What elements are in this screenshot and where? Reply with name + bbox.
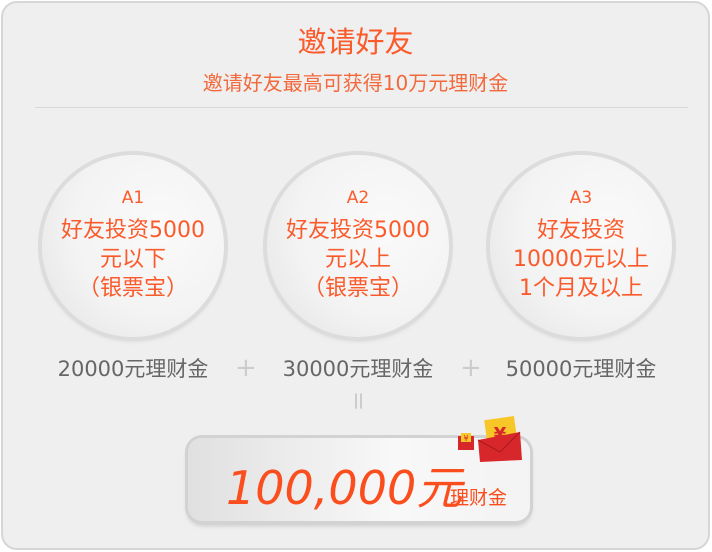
tier-line: 元以下 bbox=[99, 247, 166, 272]
tier-line: 好友投资5000 bbox=[61, 218, 205, 243]
invite-panel: 邀请好友 邀请好友最高可获得10万元理财金 A1 好友投资5000 元以下 （银… bbox=[1, 1, 710, 550]
plus-sign: + bbox=[460, 353, 482, 383]
tier-a2-circle: A2 好友投资5000 元以上 （银票宝） bbox=[267, 155, 449, 337]
tier-code: A1 bbox=[121, 188, 145, 208]
tier-line: 10000元以上 bbox=[513, 247, 649, 272]
total-unit: 理财金 bbox=[450, 487, 508, 509]
tier-a1-reward: 20000元理财金 bbox=[57, 357, 209, 381]
tier-description: 好友投资 10000元以上 1个月及以上 bbox=[490, 216, 672, 303]
red-envelope-icon: ¥ ¥ bbox=[458, 416, 522, 462]
plus-sign: + bbox=[235, 353, 257, 383]
tier-a3-circle: A3 好友投资 10000元以上 1个月及以上 bbox=[490, 155, 672, 337]
page-subtitle: 邀请好友最高可获得10万元理财金 bbox=[202, 71, 509, 95]
tier-line: （银票宝） bbox=[302, 276, 413, 301]
tier-code: A2 bbox=[346, 188, 370, 208]
tier-a3-reward: 50000元理财金 bbox=[505, 357, 657, 381]
divider bbox=[35, 107, 688, 108]
tier-line: 1个月及以上 bbox=[519, 276, 643, 301]
tier-line: 元以上 bbox=[324, 247, 391, 272]
total-amount: 100,000元 bbox=[226, 461, 463, 515]
tier-line: 好友投资5000 bbox=[286, 218, 430, 243]
tier-line: （银票宝） bbox=[77, 276, 188, 301]
tier-a2-reward: 30000元理财金 bbox=[282, 357, 434, 381]
tier-line: 好友投资 bbox=[536, 218, 625, 243]
tier-description: 好友投资5000 元以上 （银票宝） bbox=[267, 216, 449, 303]
equals-sign: = bbox=[345, 390, 374, 412]
page-title: 邀请好友 bbox=[297, 25, 414, 59]
svg-text:¥: ¥ bbox=[463, 434, 468, 443]
tier-code: A3 bbox=[569, 188, 593, 208]
tier-a1-circle: A1 好友投资5000 元以下 （银票宝） bbox=[42, 155, 224, 337]
tier-description: 好友投资5000 元以下 （银票宝） bbox=[42, 216, 224, 303]
